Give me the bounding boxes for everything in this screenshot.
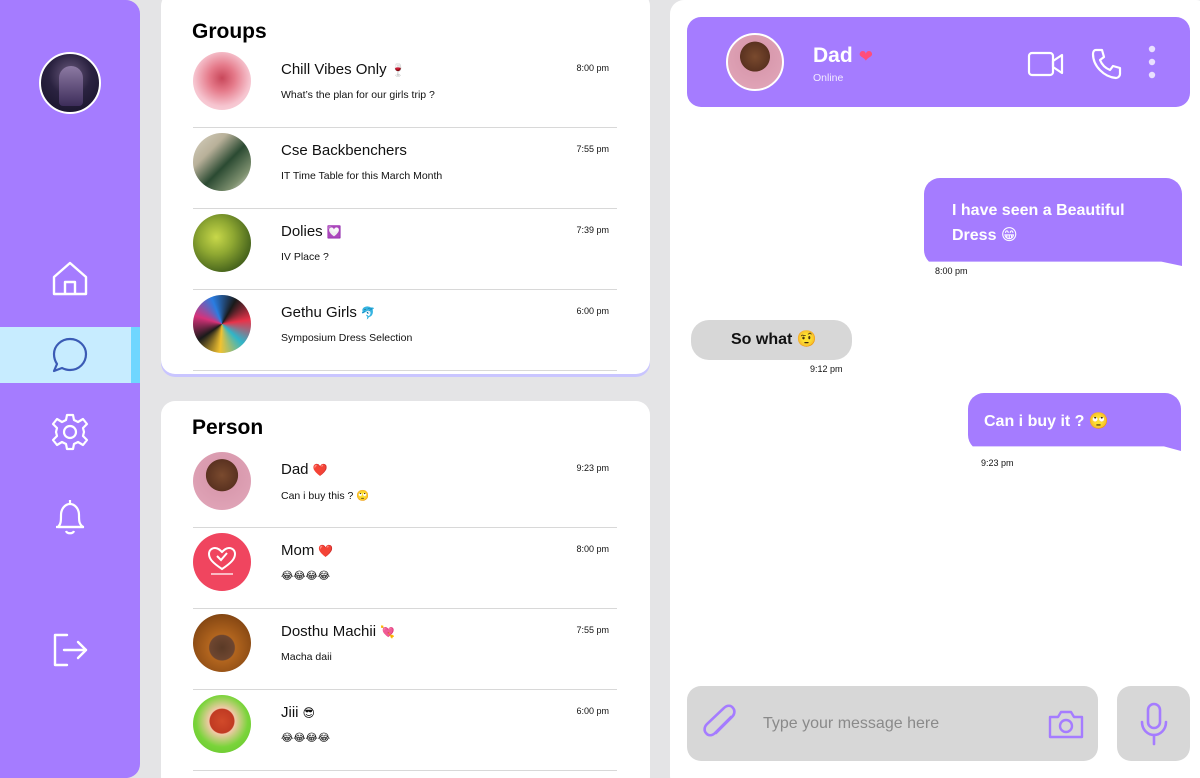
contact-status: Online (813, 72, 844, 84)
person-emoji: ❤️ (312, 463, 328, 477)
message-bubble-outgoing: Can i buy it ? 🙄 (968, 393, 1181, 451)
group-avatar (193, 52, 251, 110)
person-avatar (193, 533, 251, 591)
groups-card: Groups Chill Vibes Only 🍷 What’s the plan… (161, 0, 650, 374)
group-name: Chill Vibes Only (281, 61, 387, 78)
nav-notifications[interactable] (0, 489, 140, 545)
video-call-icon[interactable] (1027, 47, 1065, 81)
person-row[interactable]: Mom ❤️ 😂😂😂😂 8:00 pm (193, 528, 617, 609)
group-emoji: 💟 (326, 225, 342, 239)
group-row[interactable]: Cse Backbenchers IT Time Table for this … (193, 128, 617, 209)
group-time: 8:00 pm (576, 63, 609, 73)
message-bubble-outgoing: I have seen a Beautiful Dress 😁 (924, 178, 1182, 266)
group-last-message: IV Place ? (281, 251, 329, 263)
group-name: Gethu Girls (281, 304, 357, 321)
person-emoji: ❤️ (318, 544, 334, 558)
more-options-icon[interactable] (1145, 44, 1159, 82)
person-last-message: 😂😂😂😂 (281, 732, 331, 744)
person-last-message: Macha daii (281, 651, 332, 663)
contact-name: Dad (813, 44, 853, 67)
group-row[interactable]: Gethu Girls 🐬 Symposium Dress Selection 6… (193, 290, 617, 371)
person-row[interactable]: Dad ❤️ Can i buy this ? 🙄 9:23 pm (193, 447, 617, 528)
bell-icon (56, 500, 85, 535)
sidebar (0, 0, 140, 778)
person-row[interactable]: Dosthu Machii 💘 Macha daii 7:55 pm (193, 609, 617, 690)
attachment-icon[interactable] (701, 703, 741, 745)
person-time: 6:00 pm (576, 706, 609, 716)
camera-icon[interactable] (1047, 708, 1085, 740)
group-emoji: 🍷 (390, 63, 406, 77)
group-last-message: What’s the plan for our girls trip ? (281, 89, 435, 101)
contact-avatar[interactable] (726, 33, 784, 91)
group-last-message: Symposium Dress Selection (281, 332, 413, 344)
chat-panel (670, 0, 1200, 778)
heart-logo-icon (207, 546, 237, 575)
person-title: Person (192, 416, 264, 439)
person-last-message: 😂😂😂😂 (281, 570, 331, 582)
message-time: 9:23 pm (981, 458, 1014, 468)
person-avatar (193, 614, 251, 672)
logout-icon (53, 633, 88, 667)
nav-home[interactable] (0, 250, 140, 306)
group-row[interactable]: Dolies 💟 IV Place ? 7:39 pm (193, 209, 617, 290)
group-time: 7:39 pm (576, 225, 609, 235)
nav-logout[interactable] (0, 622, 140, 678)
person-time: 9:23 pm (576, 463, 609, 473)
message-time: 8:00 pm (935, 266, 968, 276)
contact-heart-emoji: ❤ (858, 47, 873, 66)
person-avatar (193, 452, 251, 510)
gear-icon (51, 413, 89, 451)
voice-message-button[interactable] (1117, 686, 1190, 761)
message-time: 9:12 pm (810, 364, 843, 374)
group-name: Dolies (281, 223, 323, 240)
nav-chats[interactable] (0, 327, 140, 383)
person-card: Person Dad ❤️ Can i buy this ? 🙄 9:23 pm … (161, 401, 650, 778)
person-name: Dosthu Machii (281, 623, 377, 640)
message-bubble-incoming: So what 🤨 (691, 320, 852, 360)
phone-call-icon[interactable] (1090, 47, 1122, 81)
user-profile-avatar[interactable] (39, 52, 101, 114)
groups-title: Groups (192, 20, 267, 43)
chat-bubble-icon (52, 337, 88, 373)
group-avatar (193, 214, 251, 272)
message-input[interactable] (763, 709, 1033, 739)
person-time: 7:55 pm (576, 625, 609, 635)
person-last-message: Can i buy this ? 🙄 (281, 490, 370, 502)
group-name: Cse Backbenchers (281, 142, 407, 159)
person-name: Mom (281, 542, 315, 559)
person-time: 8:00 pm (576, 544, 609, 554)
person-avatar (193, 695, 251, 753)
group-avatar (193, 295, 251, 353)
group-emoji: 🐬 (360, 306, 376, 320)
message-composer (687, 686, 1098, 761)
person-name: Dad (281, 461, 309, 478)
person-emoji: 💘 (380, 625, 395, 639)
nav-settings[interactable] (0, 404, 140, 460)
group-row[interactable]: Chill Vibes Only 🍷 What’s the plan for ou… (193, 47, 617, 128)
group-last-message: IT Time Table for this March Month (281, 170, 443, 182)
person-emoji: 😎 (302, 706, 316, 720)
group-time: 7:55 pm (576, 144, 609, 154)
group-avatar (193, 133, 251, 191)
microphone-icon (1140, 702, 1167, 745)
group-time: 6:00 pm (576, 306, 609, 316)
person-row[interactable]: Jiii 😎 😂😂😂😂 6:00 pm (193, 690, 617, 771)
home-icon (52, 261, 88, 296)
chat-header: Dad ❤ Online (687, 17, 1190, 107)
person-name: Jiii (281, 704, 299, 721)
